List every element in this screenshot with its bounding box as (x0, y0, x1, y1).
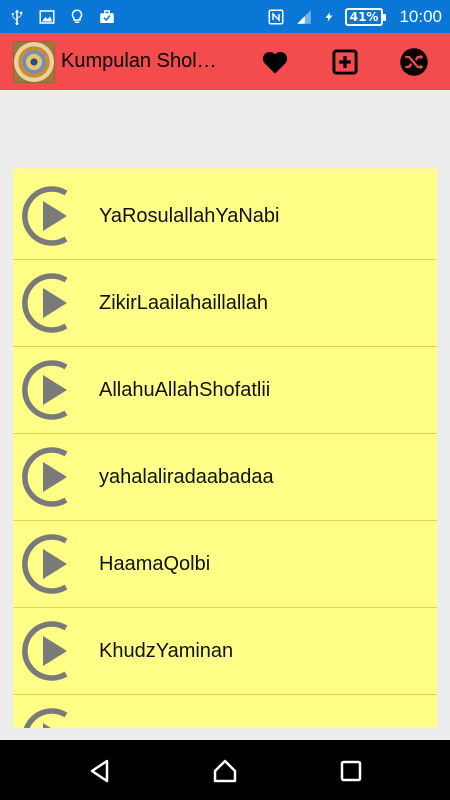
image-icon (39, 9, 55, 24)
signal-icon (296, 9, 311, 24)
list-item[interactable]: yahalaliradaabadaa (13, 434, 437, 521)
list-item-label: yahalaliradaabadaa (99, 465, 274, 488)
list-item-label: ZikirLaailahaillallah (99, 291, 268, 314)
list-item-label: KhudzYaminan (99, 639, 234, 662)
list-item-label: HaamaQolbi (99, 552, 211, 575)
nfc-icon (268, 9, 284, 24)
list-item[interactable]: HaamaQolbi (13, 521, 437, 608)
clock: 10:00 (399, 6, 442, 26)
play-icon (22, 621, 68, 681)
play-icon (22, 186, 68, 246)
song-list[interactable]: YaRosulallahYaNabi ZikirLaailahaillallah… (13, 167, 437, 728)
app-title: Kumpulan Shol… (61, 50, 217, 72)
list-item[interactable]: YaRosulallahYaNabi (13, 173, 437, 260)
heart-icon (262, 51, 288, 74)
list-item-label: AllahuAllahShofatlii (99, 378, 271, 401)
add-box-icon (332, 49, 358, 75)
charging-icon (325, 11, 333, 22)
play-icon (22, 273, 68, 333)
app-bar: Kumpulan Shol… (0, 33, 450, 90)
favorites-button[interactable] (255, 42, 295, 82)
recents-icon[interactable] (338, 758, 364, 784)
list-item[interactable]: KhudzYaminan (13, 608, 437, 695)
list-item[interactable] (13, 695, 437, 728)
play-icon (22, 447, 68, 507)
home-icon[interactable] (212, 758, 238, 784)
lightbulb-icon (71, 8, 83, 23)
list-item[interactable]: ZikirLaailahaillallah (13, 260, 437, 347)
navigation-bar (0, 740, 450, 800)
usb-icon (11, 9, 23, 25)
status-bar: 41% 10:00 (0, 0, 450, 33)
list-item[interactable]: AllahuAllahShofatlii (13, 347, 437, 434)
list-item-label: YaRosulallahYaNabi (99, 204, 280, 227)
play-icon (23, 708, 68, 728)
battery-indicator: 41% (344, 7, 387, 26)
shuffle-button[interactable] (394, 42, 434, 82)
back-icon[interactable] (87, 758, 113, 784)
app-logo (13, 40, 55, 83)
play-icon (22, 534, 68, 594)
add-button[interactable] (325, 42, 365, 82)
shuffle-icon (400, 48, 428, 76)
play-icon (22, 360, 68, 420)
briefcase-icon (100, 9, 114, 23)
